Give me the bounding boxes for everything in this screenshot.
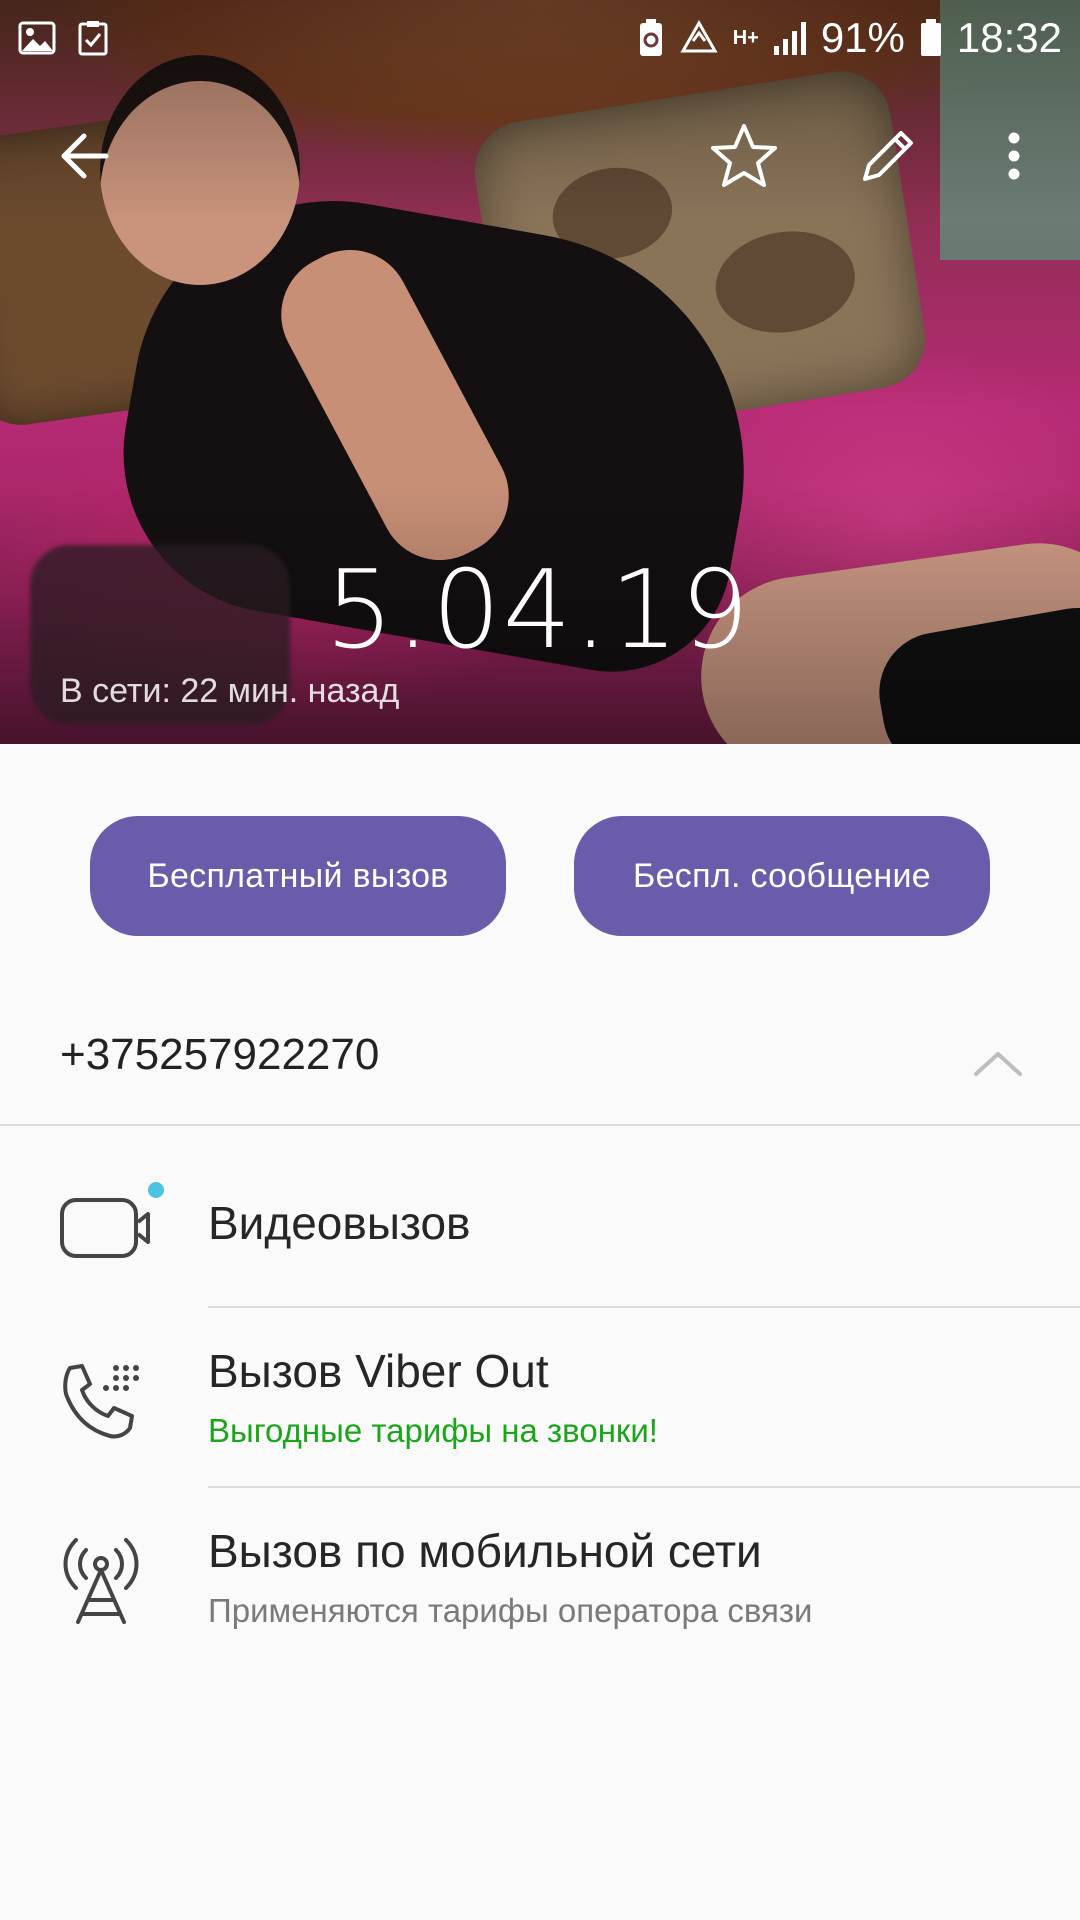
- battery-icon: [919, 18, 943, 58]
- favorite-button[interactable]: [694, 108, 794, 208]
- toolbar: [0, 108, 1080, 208]
- clipboard-check-icon: [78, 20, 108, 56]
- pencil-icon: [855, 123, 921, 194]
- battery-saver-icon: [637, 18, 665, 58]
- mobile-call-option[interactable]: Вызов по мобильной сети Применяются тари…: [0, 1488, 1080, 1668]
- battery-percent: 91%: [820, 14, 905, 61]
- image-icon: [18, 21, 56, 55]
- back-button[interactable]: [34, 108, 134, 208]
- viber-out-title: Вызов Viber Out: [208, 1345, 549, 1397]
- more-options-button[interactable]: [964, 108, 1064, 208]
- cell-tower-icon: [56, 1534, 146, 1631]
- free-call-button[interactable]: Бесплатный вызов: [90, 816, 506, 936]
- video-call-option[interactable]: Видеовызов: [0, 1128, 1080, 1308]
- last-seen-status: В сети: 22 мин. назад: [60, 672, 400, 710]
- chevron-up-icon[interactable]: [968, 1042, 1028, 1082]
- video-call-title: Видеовызов: [208, 1197, 471, 1249]
- more-vert-icon: [1006, 131, 1022, 186]
- star-icon: [709, 122, 779, 195]
- mobile-call-subtitle: Применяются тарифы оператора связи: [208, 1592, 813, 1629]
- phone-number-row[interactable]: +375257922270: [0, 1006, 1080, 1126]
- phone-dialpad-icon: [56, 1358, 146, 1453]
- free-message-button[interactable]: Беспл. сообщение: [574, 816, 990, 936]
- edit-button[interactable]: [838, 108, 938, 208]
- viber-out-subtitle: Выгодные тарифы на звонки!: [208, 1412, 658, 1449]
- video-camera-icon: [56, 1182, 176, 1277]
- phone-number: +375257922270: [60, 1030, 380, 1079]
- clock: 18:32: [956, 14, 1062, 61]
- action-buttons: Бесплатный вызов Беспл. сообщение: [0, 816, 1080, 936]
- network-type-label: H+: [732, 27, 759, 49]
- mobile-call-title: Вызов по мобильной сети: [208, 1525, 762, 1577]
- back-arrow-icon: [56, 128, 112, 189]
- contact-header-photo: H+ 91% 18:32 5.04.19 В сети: 22 мин. наз…: [0, 0, 1080, 744]
- viber-out-option[interactable]: Вызов Viber Out Выгодные тарифы на звонк…: [0, 1308, 1080, 1488]
- status-bar: H+ 91% 18:32: [0, 0, 1080, 76]
- contact-title: 5.04.19: [325, 548, 752, 673]
- recycle-icon: [679, 19, 719, 57]
- signal-icon: [773, 20, 807, 56]
